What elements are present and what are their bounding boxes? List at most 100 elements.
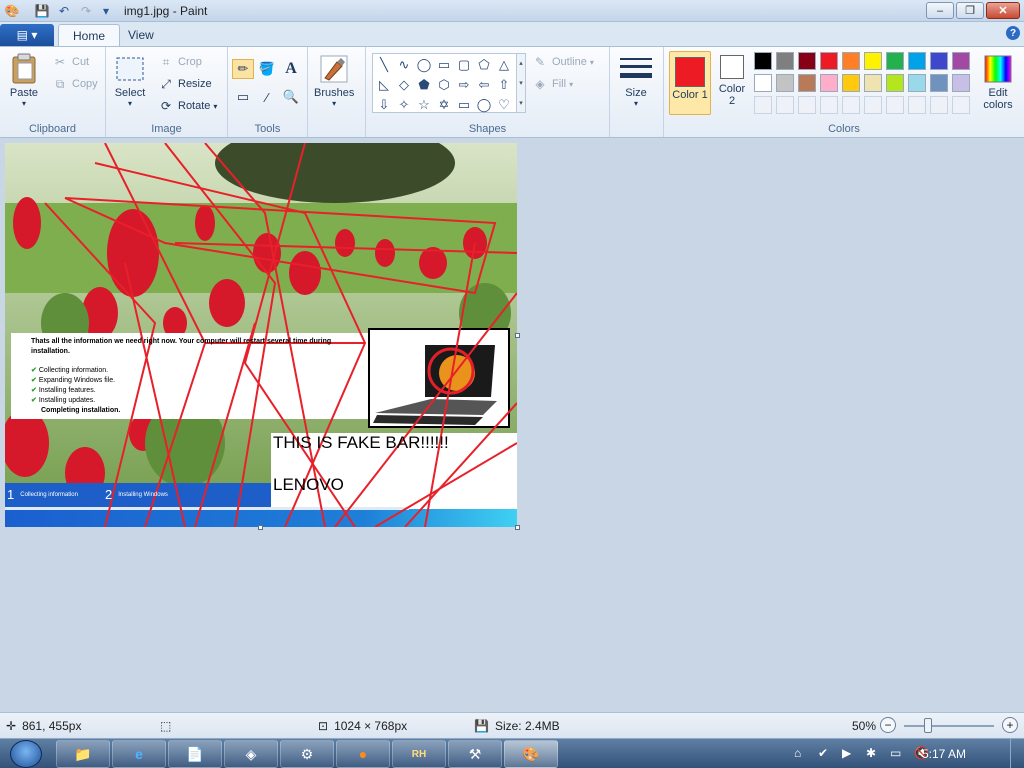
- palette-swatch[interactable]: [908, 52, 926, 70]
- custom-color-slot[interactable]: [886, 96, 904, 114]
- tab-view[interactable]: View: [114, 24, 168, 46]
- palette-swatch[interactable]: [776, 52, 794, 70]
- palette-swatch[interactable]: [930, 74, 948, 92]
- taskbar-app-3[interactable]: 📄: [168, 740, 222, 768]
- clock[interactable]: 5:17 AM: [922, 747, 966, 761]
- taskbar-firefox[interactable]: ●: [336, 740, 390, 768]
- custom-color-slot[interactable]: [820, 96, 838, 114]
- up-arrow-shape-icon[interactable]: ⇧: [494, 75, 514, 95]
- right-triangle-shape-icon[interactable]: ◺: [374, 75, 394, 95]
- curve-shape-icon[interactable]: ∿: [394, 55, 414, 75]
- callout-rect-shape-icon[interactable]: ▭: [454, 95, 474, 115]
- show-desktop-button[interactable]: [1010, 739, 1024, 768]
- taskbar-paint[interactable]: 🎨: [504, 740, 558, 768]
- custom-color-slot[interactable]: [842, 96, 860, 114]
- redo-icon[interactable]: ↷: [78, 3, 94, 19]
- help-icon[interactable]: ?: [1006, 26, 1020, 40]
- color-picker-tool[interactable]: ⁄: [256, 87, 278, 107]
- custom-color-slot[interactable]: [952, 96, 970, 114]
- palette-swatch[interactable]: [754, 52, 772, 70]
- custom-color-slot[interactable]: [864, 96, 882, 114]
- start-button[interactable]: [6, 739, 46, 768]
- diamond-shape-icon[interactable]: ◇: [394, 75, 414, 95]
- palette-swatch[interactable]: [930, 52, 948, 70]
- tray-app-icon[interactable]: ✱: [866, 746, 876, 760]
- cut-button[interactable]: ✂ Cut: [52, 53, 89, 71]
- palette-swatch[interactable]: [798, 52, 816, 70]
- taskbar-ie[interactable]: e: [112, 740, 166, 768]
- canvas-area[interactable]: Thats all the information we need right …: [0, 138, 1024, 712]
- color1-button[interactable]: Color 1: [669, 51, 711, 115]
- magnifier-tool[interactable]: 🔍: [280, 87, 302, 107]
- paint-menu-button[interactable]: ▤ ▾: [0, 24, 54, 46]
- taskbar-rh[interactable]: RH: [392, 740, 446, 768]
- text-tool[interactable]: A: [280, 59, 302, 79]
- zoom-slider-thumb[interactable]: [924, 718, 932, 733]
- palette-swatch[interactable]: [798, 74, 816, 92]
- pencil-tool[interactable]: ✏: [232, 59, 254, 79]
- palette-swatch[interactable]: [952, 52, 970, 70]
- six-point-star-shape-icon[interactable]: ✡: [434, 95, 454, 115]
- tab-home[interactable]: Home: [58, 24, 121, 46]
- select-button[interactable]: Select ▾: [114, 53, 146, 108]
- palette-swatch[interactable]: [842, 74, 860, 92]
- tray-media-icon[interactable]: ▶: [842, 746, 851, 760]
- palette-swatch[interactable]: [820, 74, 838, 92]
- rotate-button[interactable]: ⟳ Rotate ▾: [158, 97, 217, 115]
- down-arrow-shape-icon[interactable]: ⇩: [374, 95, 394, 115]
- taskbar-app-8[interactable]: ⚒: [448, 740, 502, 768]
- tray-security-icon[interactable]: ✔: [818, 746, 828, 760]
- palette-swatch[interactable]: [842, 52, 860, 70]
- palette-swatch[interactable]: [776, 74, 794, 92]
- line-shape-icon[interactable]: ╲: [374, 55, 394, 75]
- heart-shape-icon[interactable]: ♡: [494, 95, 514, 115]
- palette-swatch[interactable]: [886, 74, 904, 92]
- right-arrow-shape-icon[interactable]: ⇨: [454, 75, 474, 95]
- crop-button[interactable]: ⌗ Crop: [158, 53, 202, 71]
- hexagon-shape-icon[interactable]: ⬡: [434, 75, 454, 95]
- zoom-slider[interactable]: [904, 718, 994, 733]
- resize-handle-right[interactable]: [515, 333, 520, 338]
- palette-swatch[interactable]: [754, 74, 772, 92]
- palette-swatch[interactable]: [908, 74, 926, 92]
- palette-swatch[interactable]: [820, 52, 838, 70]
- maximize-button[interactable]: ❐: [956, 2, 984, 19]
- five-point-star-shape-icon[interactable]: ☆: [414, 95, 434, 115]
- color2-button[interactable]: Color 2: [714, 55, 750, 107]
- resize-button[interactable]: ⤢ Resize: [158, 75, 211, 93]
- tray-network-icon[interactable]: ⌂: [794, 746, 801, 760]
- left-arrow-shape-icon[interactable]: ⇦: [474, 75, 494, 95]
- shapes-gallery-scroll-icon[interactable]: ▴ ▾ ▾: [516, 53, 526, 113]
- zoom-out-button[interactable]: −: [880, 717, 896, 733]
- rounded-rectangle-shape-icon[interactable]: ▢: [454, 55, 474, 75]
- triangle-shape-icon[interactable]: △: [494, 55, 514, 75]
- minimize-button[interactable]: –: [926, 2, 954, 19]
- outline-button[interactable]: ✎ Outline ▾: [532, 53, 594, 71]
- save-icon[interactable]: 💾: [34, 3, 50, 19]
- four-point-star-shape-icon[interactable]: ✧: [394, 95, 414, 115]
- taskbar-explorer[interactable]: 📁: [56, 740, 110, 768]
- custom-color-slot[interactable]: [798, 96, 816, 114]
- size-button[interactable]: Size ▾: [620, 53, 652, 108]
- close-button[interactable]: ✕: [986, 2, 1020, 19]
- image-canvas[interactable]: Thats all the information we need right …: [5, 143, 517, 527]
- custom-color-slot[interactable]: [908, 96, 926, 114]
- palette-swatch[interactable]: [864, 74, 882, 92]
- custom-color-slot[interactable]: [754, 96, 772, 114]
- callout-oval-shape-icon[interactable]: ◯: [474, 95, 494, 115]
- custom-color-slot[interactable]: [930, 96, 948, 114]
- pentagon-shape-icon[interactable]: ⬟: [414, 75, 434, 95]
- eraser-tool[interactable]: ▭: [232, 87, 254, 107]
- oval-shape-icon[interactable]: ◯: [414, 55, 434, 75]
- paste-button[interactable]: Paste ▾: [8, 53, 40, 108]
- taskbar-app-5[interactable]: ⚙: [280, 740, 334, 768]
- zoom-in-button[interactable]: +: [1002, 717, 1018, 733]
- customize-qat-icon[interactable]: ▾: [98, 3, 114, 19]
- brushes-button[interactable]: Brushes ▾: [314, 53, 354, 108]
- tray-display-icon[interactable]: ▭: [890, 746, 901, 760]
- edit-colors-button[interactable]: Edit colors: [978, 53, 1018, 111]
- taskbar-app-4[interactable]: ◈: [224, 740, 278, 768]
- resize-handle-bottom[interactable]: [258, 525, 263, 530]
- rectangle-shape-icon[interactable]: ▭: [434, 55, 454, 75]
- palette-swatch[interactable]: [864, 52, 882, 70]
